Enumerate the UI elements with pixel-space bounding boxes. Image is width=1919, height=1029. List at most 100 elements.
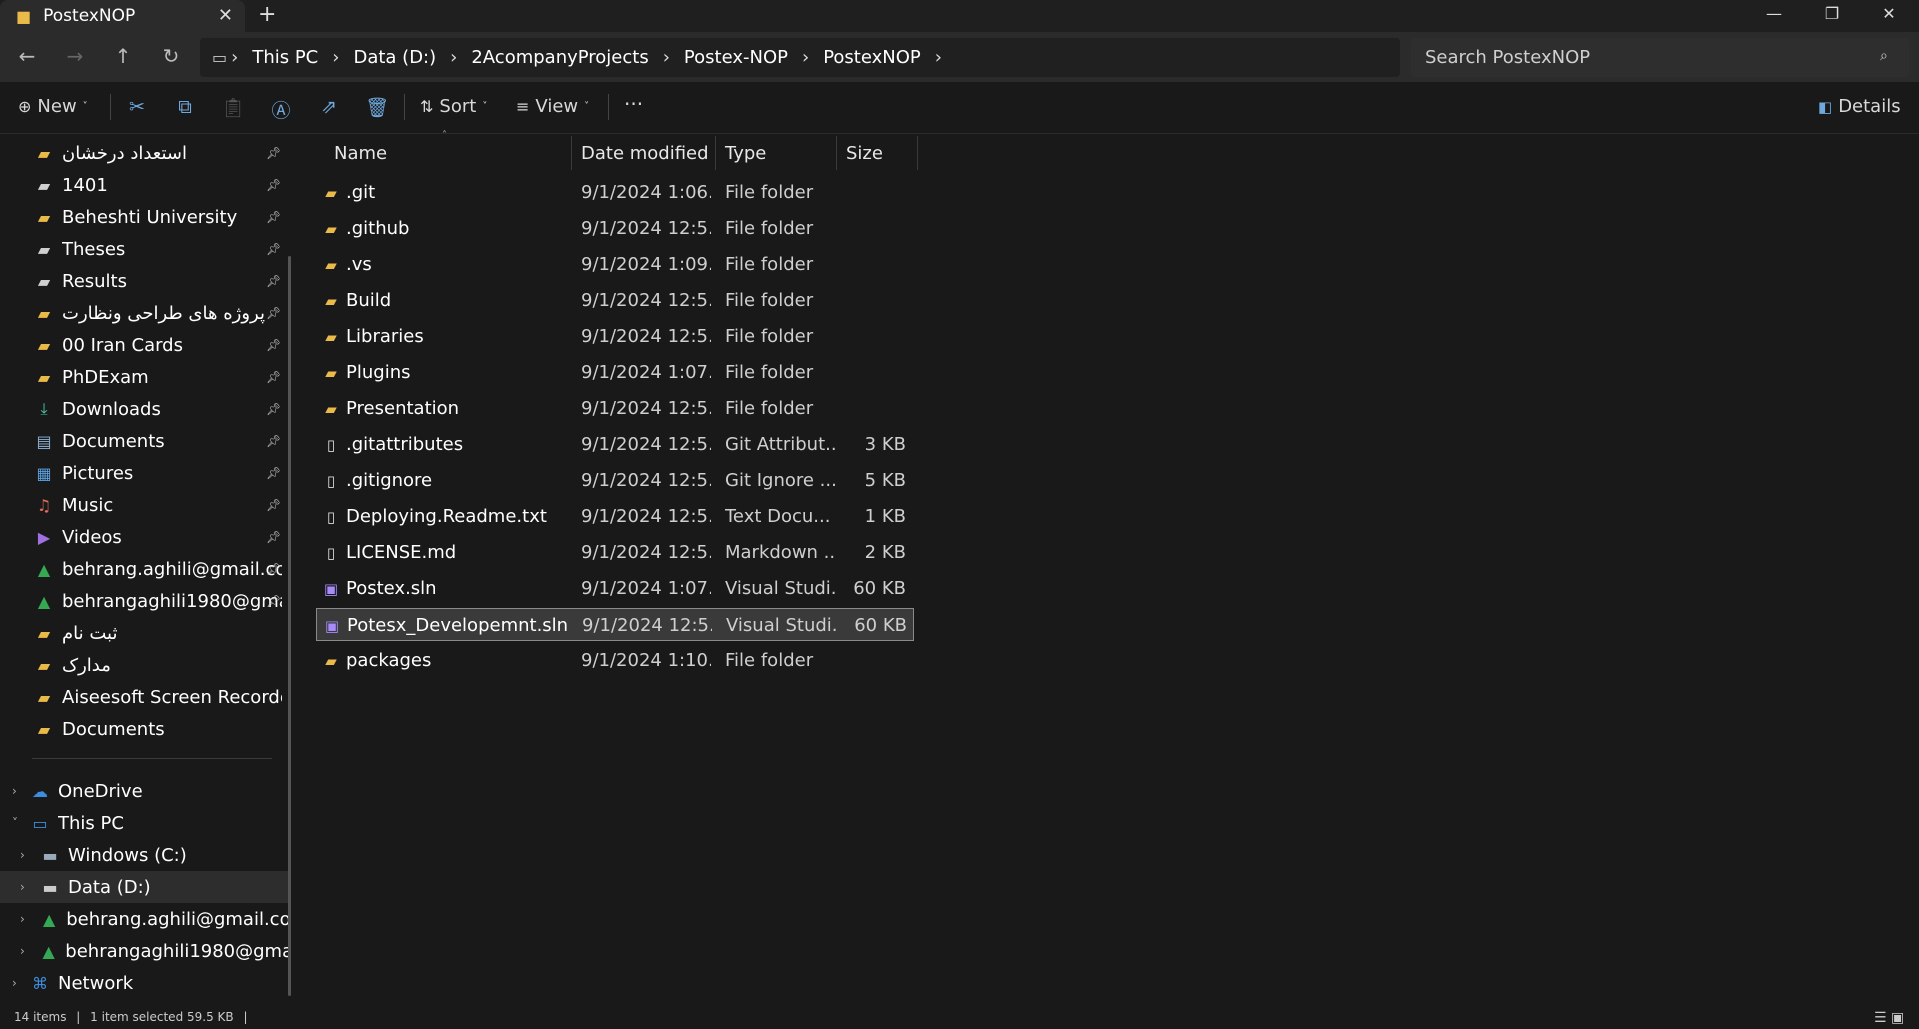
forward-button[interactable]: → [60,44,90,68]
file-row[interactable]: ▰ Build 9/1/2024 12:5... File folder [316,284,914,317]
file-type: File folder [725,290,814,311]
view-button[interactable]: ≡ View ˅ [516,96,589,117]
details-view-icon[interactable]: ☰ [1874,1010,1887,1026]
search-input[interactable] [1411,38,1909,77]
file-row[interactable]: ▯ LICENSE.md 9/1/2024 12:5... Markdown ... 2… [316,536,914,569]
file-name-cell: ▯ .gitattributes [320,428,570,461]
tree-item-0[interactable]: › ☁ OneDrive [0,775,290,807]
file-row[interactable]: ▰ Plugins 9/1/2024 1:07... File folder [316,356,914,389]
details-pane-button[interactable]: ◧ Details [1818,96,1901,117]
sidebar-item-9[interactable]: ▤ Documents 📌︎ [0,425,290,457]
column-header-type[interactable]: Type [717,136,837,170]
file-name-cell: ▰ Libraries [320,320,570,353]
breadcrumb-2acompanyprojects[interactable]: 2AcompanyProjects [471,47,648,68]
sidebar-item-14[interactable]: ▲ behrangaghili1980@gmail 📌︎ [0,585,290,617]
address-bar[interactable]: ▭ › This PC › Data (D:) › 2AcompanyProje… [200,38,1400,77]
chevron-right-icon[interactable]: › [12,976,17,990]
copy-icon[interactable]: ⧉ [170,96,200,118]
tree-item-label: behrang.aghili@gmail.com [66,908,290,930]
file-row[interactable]: ▯ Deploying.Readme.txt 9/1/2024 12:5... Tex… [316,500,914,533]
sort-button[interactable]: ⇅ Sort ˅ [420,96,487,117]
chevron-right-icon[interactable]: › [20,880,25,894]
breadcrumb-postex-nop[interactable]: Postex-NOP [684,47,788,68]
cut-icon[interactable]: ✂ [122,96,152,118]
up-button[interactable]: ↑ [108,44,138,68]
sidebar-item-13[interactable]: ▲ behrang.aghili@gmail.com 📌︎ [0,553,290,585]
sidebar-scrollbar[interactable] [288,256,291,996]
chevron-right-icon[interactable]: › [12,784,17,798]
tree-item-1[interactable]: ˅ ▭ This PC [0,807,290,839]
sidebar-item-2[interactable]: ▰ Beheshti University 📌︎ [0,201,290,233]
file-row[interactable]: ▰ .vs 9/1/2024 1:09... File folder [316,248,914,281]
tree-item-2[interactable]: › ▬ Windows (C:) [0,839,290,871]
maximize-button[interactable]: ❐ [1812,4,1852,23]
sidebar-item-6[interactable]: ▰ 00 Iran Cards 📌︎ [0,329,290,361]
sidebar-item-1[interactable]: ▰ 1401 📌︎ [0,169,290,201]
file-row[interactable]: ▰ .git 9/1/2024 1:06... File folder [316,176,914,209]
breadcrumb-this-pc[interactable]: This PC [252,47,318,68]
file-name: .git [346,182,376,203]
file-name: Libraries [346,326,424,347]
drive-icon: ▲ [42,909,56,929]
sidebar-item-0[interactable]: ▰ استعداد درخشان 📌︎ [0,137,290,169]
breadcrumb-postexnop[interactable]: PostexNOP [823,47,921,68]
tree-item-4[interactable]: › ▲ behrang.aghili@gmail.com [0,903,290,935]
file-name: Presentation [346,398,460,419]
tiles-view-icon[interactable]: ▣ [1891,1010,1904,1026]
sidebar-item-15[interactable]: ▰ ثبت نام [0,617,290,649]
file-row[interactable]: ▣ Potesx_Developemnt.sln 9/1/2024 12:5... V… [316,608,914,641]
delete-icon[interactable]: 🗑︎ [362,96,392,119]
chevron-right-icon[interactable]: › [20,912,25,926]
chevron-right-icon[interactable]: › [20,848,25,862]
new-button[interactable]: ⊕ New ˅ [18,96,88,117]
column-header-size[interactable]: Size [838,136,918,170]
tree-item-6[interactable]: › ⌘ Network [0,967,290,999]
minimize-button[interactable]: — [1754,4,1794,23]
file-row[interactable]: ▣ Postex.sln 9/1/2024 1:07... Visual Studi.… [316,572,914,605]
breadcrumb-data-d[interactable]: Data (D:) [353,47,436,68]
sidebar-item-4[interactable]: ▰ Results 📌︎ [0,265,290,297]
file-row[interactable]: ▰ Presentation 9/1/2024 12:5... File folder [316,392,914,425]
search-icon[interactable]: ⌕ [1880,48,1888,64]
tree-item-3[interactable]: › ▬ Data (D:) [0,871,290,903]
file-date: 9/1/2024 12:5... [581,506,711,527]
folder-icon: ■ [16,6,32,26]
chevron-right-icon[interactable]: › [20,944,25,958]
sidebar-item-5[interactable]: ▰ پروژه های طراحی ونظارت 📌︎ [0,297,290,329]
folder-icon: ▰ [325,291,337,310]
file-row[interactable]: ▯ .gitignore 9/1/2024 12:5... Git Ignore ..… [316,464,914,497]
file-row[interactable]: ▰ packages 9/1/2024 1:10... File folder [316,644,914,677]
refresh-button[interactable]: ↻ [156,44,186,68]
sidebar-item-11[interactable]: ♫ Music 📌︎ [0,489,290,521]
paste-icon[interactable]: 📋︎ [218,96,248,119]
share-icon[interactable]: ⇗ [314,96,344,118]
sidebar-item-16[interactable]: ▰ مدارک [0,649,290,681]
sidebar-item-7[interactable]: ▰ PhDExam 📌︎ [0,361,290,393]
chevron-down-icon[interactable]: ˅ [12,816,18,830]
file-row[interactable]: ▯ .gitattributes 9/1/2024 12:5... Git Attri… [316,428,914,461]
tree-item-5[interactable]: › ▲ behrangaghili1980@gmail.c [0,935,290,967]
view-list-icon: ≡ [516,97,530,116]
sidebar-item-10[interactable]: ▦ Pictures 📌︎ [0,457,290,489]
rename-icon[interactable]: Ⓐ [266,96,296,123]
sidebar-item-3[interactable]: ▰ Theses 📌︎ [0,233,290,265]
sidebar-item-18[interactable]: ▰ Documents [0,713,290,745]
sidebar-item-8[interactable]: ⤓ Downloads 📌︎ [0,393,290,425]
column-header-date[interactable]: Date modified [573,136,716,170]
back-button[interactable]: ← [12,44,42,68]
tab-close-button[interactable]: ✕ [218,5,233,26]
new-tab-button[interactable]: + [258,2,276,27]
sort-label: Sort [439,96,477,117]
chevron-right-icon[interactable]: › [935,47,942,68]
file-row[interactable]: ▰ .github 9/1/2024 12:5... File folder [316,212,914,245]
sidebar-item-label: Aiseesoft Screen Recorder [62,686,282,708]
more-options-button[interactable]: ··· [624,92,643,116]
plus-circle-icon: ⊕ [18,97,32,116]
sidebar-item-12[interactable]: ▶ Videos 📌︎ [0,521,290,553]
file-row[interactable]: ▰ Libraries 9/1/2024 12:5... File folder [316,320,914,353]
close-window-button[interactable]: ✕ [1869,4,1909,23]
sidebar-item-17[interactable]: ▰ Aiseesoft Screen Recorder [0,681,290,713]
file-date: 9/1/2024 1:07... [581,362,711,383]
column-header-name[interactable]: Name ˄ [326,130,572,170]
tab-postexnop[interactable]: ■ PostexNOP ✕ [0,0,245,32]
